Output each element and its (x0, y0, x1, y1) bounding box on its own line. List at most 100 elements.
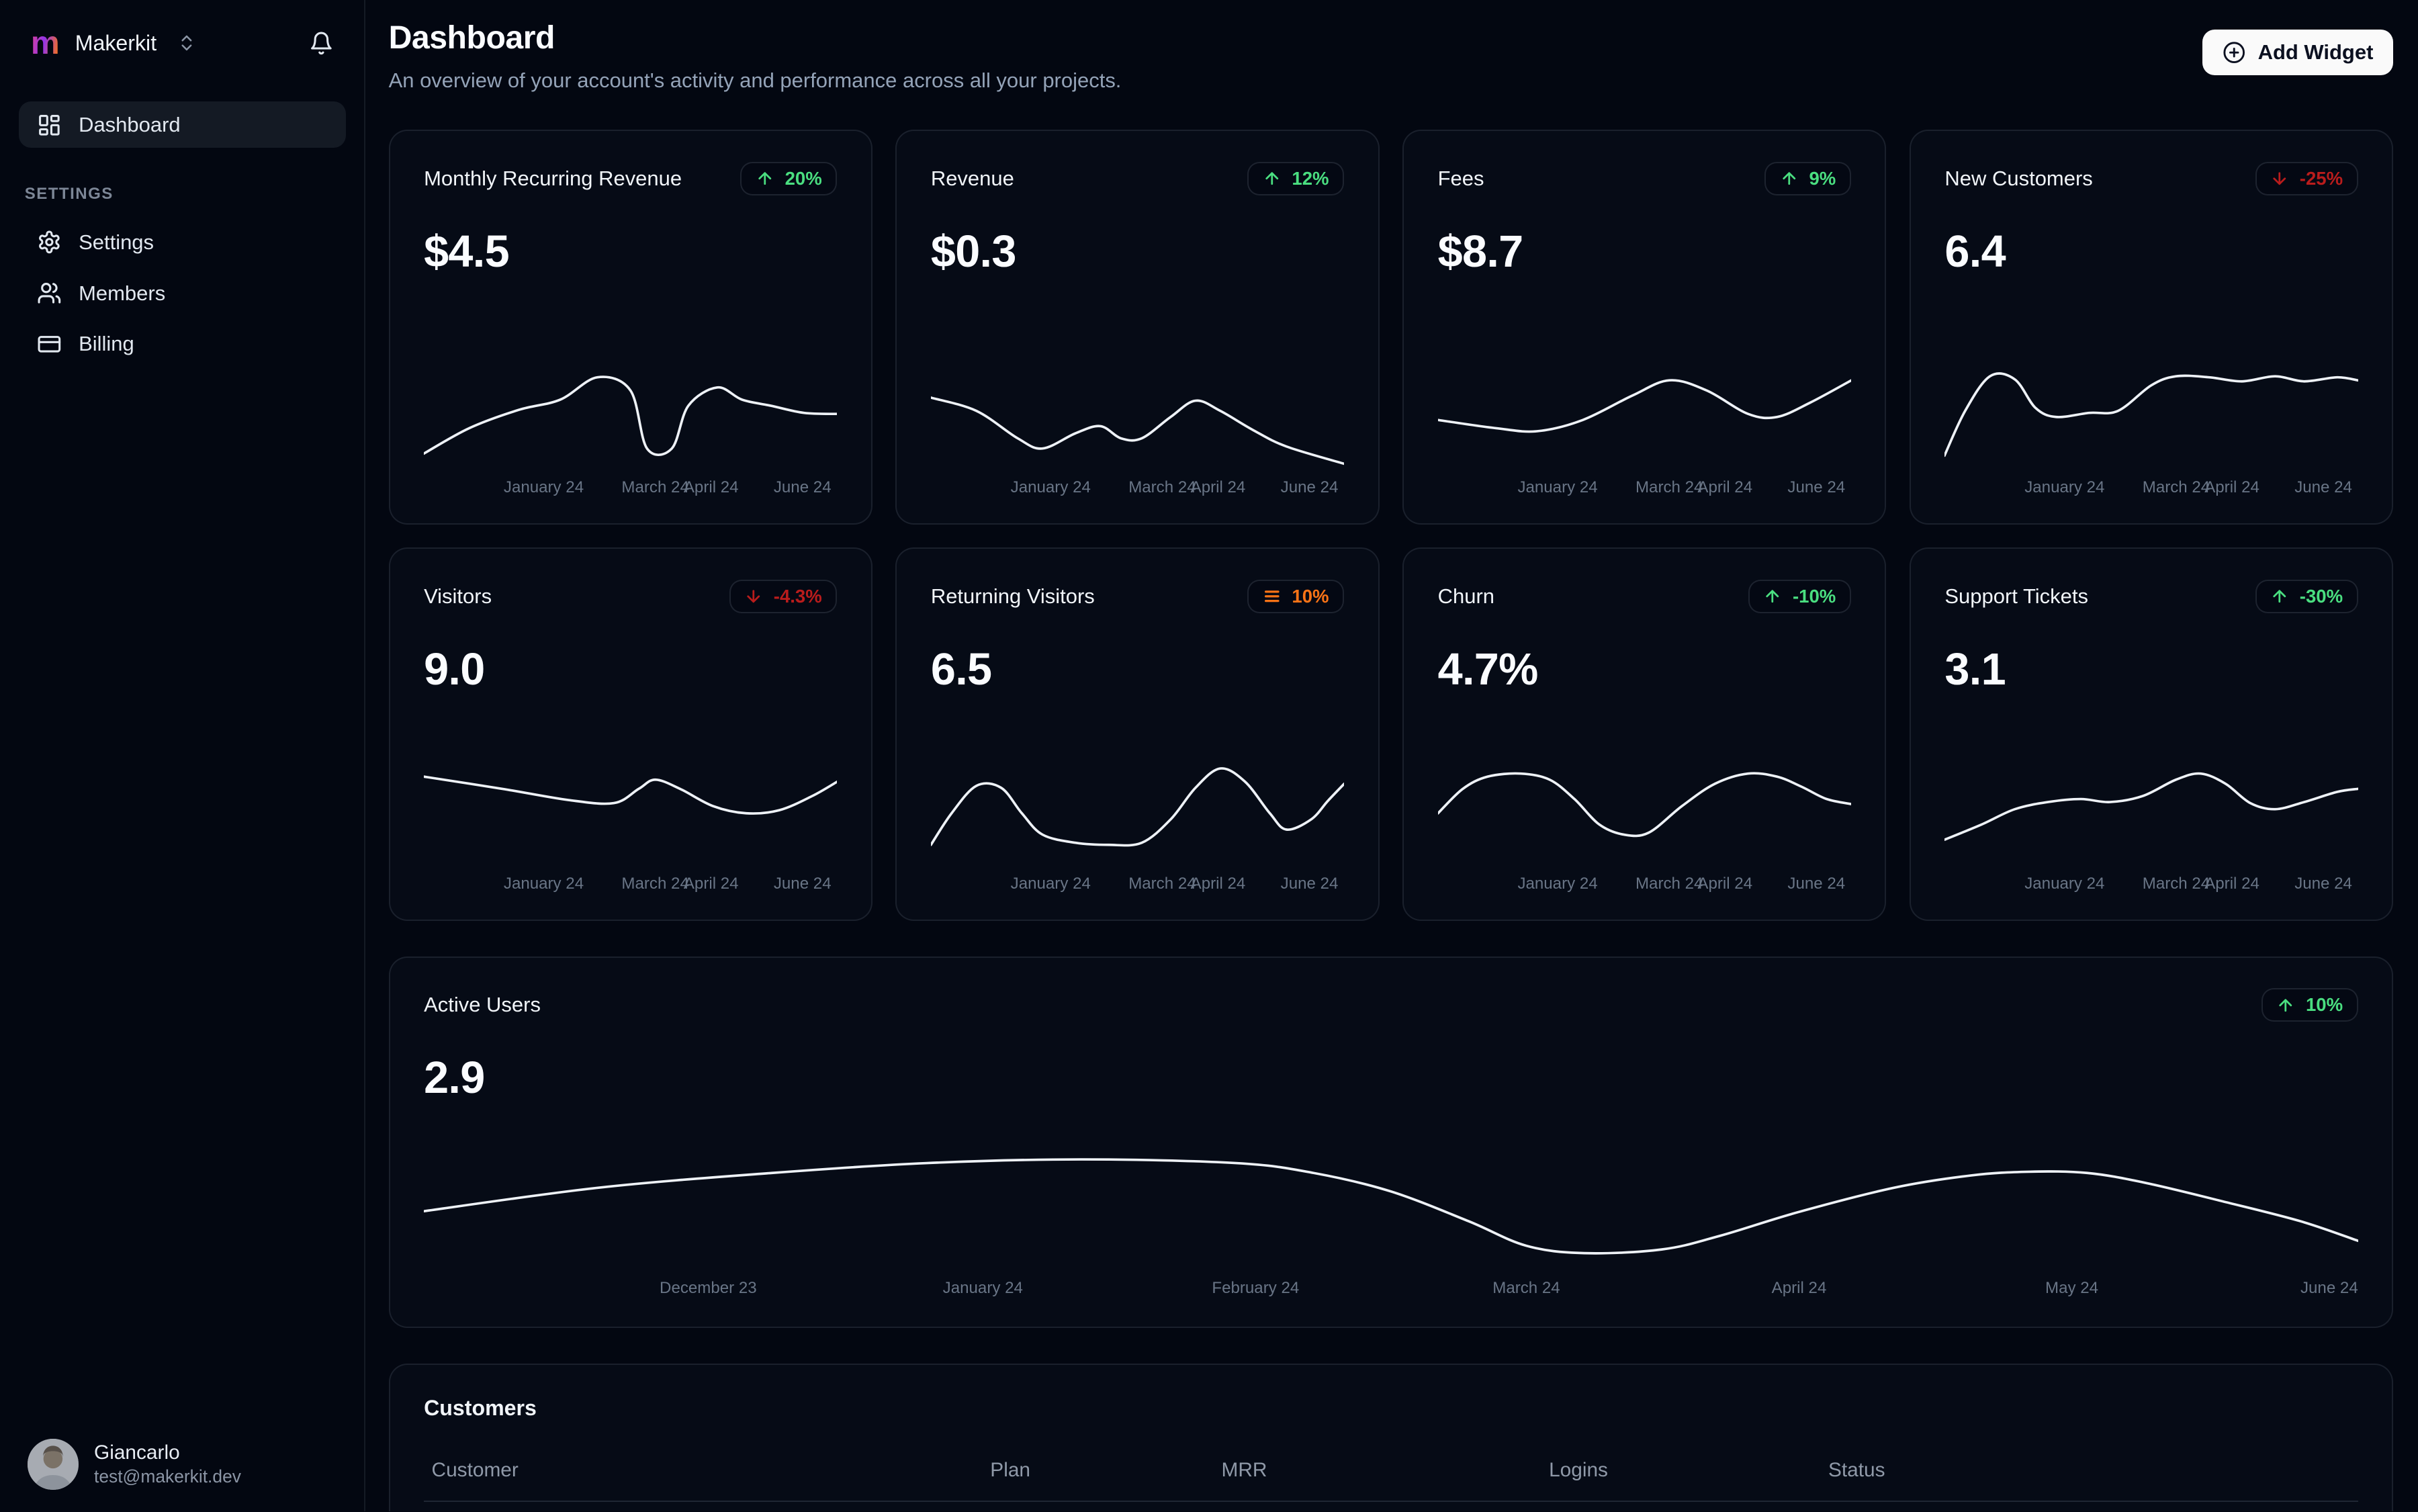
axis-label: March 24 (1128, 875, 1196, 893)
axis-label: January 24 (1517, 875, 1598, 893)
plus-circle-icon (2223, 42, 2245, 63)
axis-label: April 24 (1190, 875, 1246, 893)
trend-value: -25% (2299, 167, 2343, 189)
trend-badge: 20% (740, 161, 838, 195)
metric-value: $0.3 (930, 226, 1017, 277)
sidebar-item-settings[interactable]: Settings (19, 219, 346, 265)
axis-label: March 24 (2142, 875, 2210, 893)
arrow-up-icon (1783, 172, 1796, 185)
bell-icon (310, 32, 332, 55)
arrow-down-icon (2273, 172, 2286, 185)
page-header: Dashboard An overview of your account's … (389, 19, 2394, 93)
sparkline: January 24 March 24 April 24 June 24 (1438, 762, 1851, 898)
axis-label: January 24 (2024, 478, 2105, 497)
workspace-selector[interactable]: m Makerkit (19, 24, 346, 61)
axis-label: February 24 (1212, 1278, 1300, 1297)
stat-card-churn: Churn -10% 4.7% January 24 March 24 Apri… (1402, 547, 1887, 921)
axis-label: January 24 (1517, 478, 1598, 497)
customers-section-title: Customers (424, 1395, 537, 1420)
axis-label: March 24 (1635, 478, 1703, 497)
trend-badge: 10% (1247, 580, 1345, 613)
users-icon (37, 281, 62, 306)
column-header-status: Status (1828, 1458, 1885, 1481)
axis-label: April 24 (1771, 1278, 1827, 1297)
credit-card-icon (37, 332, 62, 357)
trend-badge: 12% (1247, 161, 1345, 195)
stat-card-visitors: Visitors -4.3% 9.0 January 24 March 24 A… (388, 547, 872, 921)
sidebar-item-label: Settings (79, 230, 154, 254)
workspace-name: Makerkit (75, 30, 157, 55)
trend-badge: -30% (2255, 580, 2358, 613)
axis-label: April 24 (683, 478, 739, 497)
arrow-up-icon (1766, 590, 1779, 603)
trend-value: 12% (1292, 167, 1329, 189)
primary-nav: Dashboard (18, 101, 346, 148)
trend-badge: 10% (2261, 988, 2358, 1022)
sidebar-item-dashboard[interactable]: Dashboard (18, 101, 346, 148)
card-title: Revenue (930, 166, 1014, 190)
metric-value: 9.0 (424, 644, 485, 695)
trend-badge: 9% (1764, 161, 1851, 195)
sparkline: January 24 March 24 April 24 June 24 (931, 366, 1344, 502)
customers-card: Customers Customer Plan MRR Logins Statu… (388, 1363, 2394, 1511)
user-menu[interactable]: Giancarlo test@makerkit.dev (19, 1439, 346, 1490)
axis-label: January 24 (942, 1278, 1023, 1297)
card-title: New Customers (1944, 166, 2093, 190)
user-email: test@makerkit.dev (94, 1466, 241, 1486)
notifications-button[interactable] (306, 28, 337, 58)
sidebar-item-billing[interactable]: Billing (19, 321, 346, 367)
page-subtitle: An overview of your account's activity a… (388, 68, 1122, 92)
sidebar-item-members[interactable]: Members (19, 270, 346, 316)
stat-card-monthly-recurring-revenue: Monthly Recurring Revenue 20% $4.5 Janua… (388, 130, 872, 525)
menu-icon (1264, 590, 1280, 603)
axis-label: June 24 (773, 478, 832, 497)
metric-value: 3.1 (1944, 644, 2006, 695)
axis-label: June 24 (1787, 478, 1846, 497)
column-header-mrr: MRR (1221, 1458, 1267, 1481)
trend-value: 20% (785, 167, 822, 189)
metric-value: 6.5 (930, 644, 992, 695)
axis-label: June 24 (2300, 1278, 2358, 1297)
sidebar-item-label: Billing (79, 332, 134, 356)
axis-label: January 24 (503, 478, 584, 497)
axis-label: January 24 (1010, 478, 1091, 497)
stat-card-fees: Fees 9% $8.7 January 24 March 24 April 2… (1402, 130, 1887, 525)
axis-label: December 23 (660, 1278, 757, 1297)
trend-value: 10% (1292, 585, 1329, 607)
trend-value: 9% (1809, 167, 1836, 189)
axis-label: April 24 (2204, 875, 2259, 893)
axis-label: June 24 (2294, 875, 2352, 893)
makerkit-logo: m (30, 24, 60, 61)
trend-badge: -4.3% (729, 580, 838, 613)
gear-icon (37, 230, 62, 255)
trend-badge: -25% (2255, 161, 2358, 195)
trend-value: -10% (1792, 585, 1836, 607)
column-header-plan: Plan (990, 1458, 1030, 1481)
app-root: m Makerkit Dashboard SETTINGS Settings M… (0, 0, 2418, 1511)
stat-card-returning-visitors: Returning Visitors 10% 6.5 January 24 Ma… (895, 547, 1380, 921)
axis-label: April 24 (2204, 478, 2259, 497)
sparkline: January 24 March 24 April 24 June 24 (424, 762, 837, 898)
chevrons-up-down-icon (177, 33, 197, 53)
main-content: Dashboard An overview of your account's … (365, 0, 2418, 1511)
arrow-up-icon (1265, 172, 1278, 185)
metric-value: $8.7 (1437, 226, 1524, 277)
card-title: Visitors (424, 584, 492, 608)
page-title: Dashboard (388, 19, 555, 56)
card-title: Monthly Recurring Revenue (424, 166, 682, 190)
card-title: Active Users (424, 993, 541, 1017)
axis-label: April 24 (1190, 478, 1246, 497)
axis-label: March 24 (2142, 478, 2210, 497)
stat-card-revenue: Revenue 12% $0.3 January 24 March 24 Apr… (895, 130, 1380, 525)
axis-label: April 24 (1697, 478, 1753, 497)
sidebar-item-label: Dashboard (79, 112, 181, 136)
axis-label: June 24 (2294, 478, 2352, 497)
axis-label: June 24 (1787, 875, 1846, 893)
axis-label: January 24 (503, 875, 584, 893)
add-widget-button[interactable]: Add Widget (2202, 29, 2394, 76)
axis-label: April 24 (683, 875, 739, 893)
axis-label: January 24 (2024, 875, 2105, 893)
avatar (28, 1439, 79, 1490)
metric-value: 2.9 (424, 1053, 485, 1104)
arrow-down-icon (747, 590, 760, 603)
